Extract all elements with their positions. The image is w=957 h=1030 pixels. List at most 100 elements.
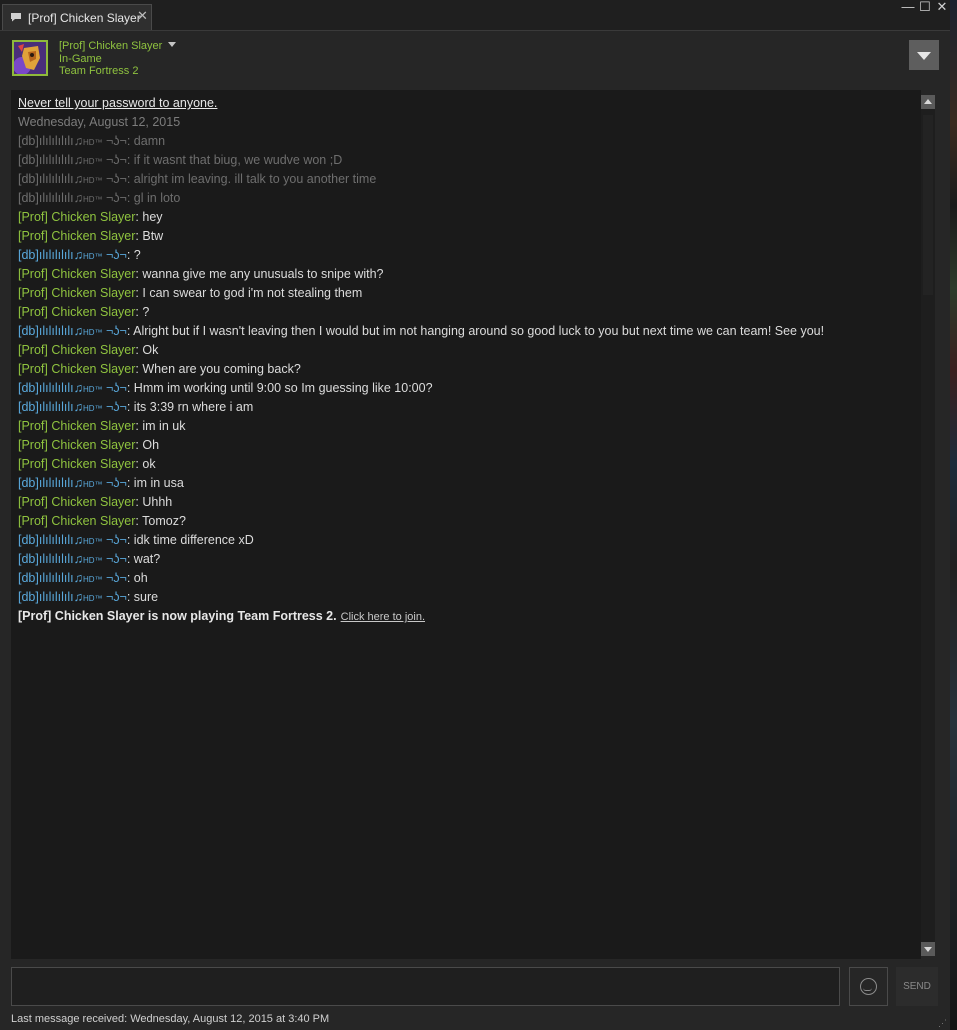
friend-status: In-Game — [59, 53, 102, 65]
message-sender: [Prof] Chicken Slayer — [18, 286, 135, 300]
chat-message: [Prof] Chicken Slayer: wanna give me any… — [18, 265, 913, 284]
chat-message: [Prof] Chicken Slayer: I can swear to go… — [18, 284, 913, 303]
message-text: sure — [133, 590, 159, 604]
maximize-button[interactable]: ☐ — [916, 0, 934, 16]
sender-name: [db]ılılılılılı♫ — [18, 533, 83, 547]
chat-log[interactable]: Never tell your password to anyone. Wedn… — [11, 90, 921, 959]
avatar-image — [14, 42, 46, 74]
sender-name-hd: HD™ — [82, 537, 103, 546]
chat-message: [db]ılılılılılı♫HD™ ¬ʖ¬: gl in loto — [18, 189, 913, 208]
message-sender: [db]ılılılılılı♫HD™ ¬ʖ¬ — [18, 571, 127, 585]
sender-name-suffix: ¬ʖ¬ — [102, 134, 127, 148]
message-text: Ok — [142, 343, 159, 357]
chat-message: [db]ılılılılılı♫HD™ ¬ʖ¬: Hmm im working … — [18, 379, 913, 398]
message-sender: [db]ılılılılılı♫HD™ ¬ʖ¬ — [18, 476, 127, 490]
chat-message: [Prof] Chicken Slayer: hey — [18, 208, 913, 227]
message-separator: : — [126, 191, 134, 205]
message-text: I can swear to god i'm not stealing them — [142, 286, 363, 300]
chevron-down-icon — [917, 52, 931, 60]
message-sender: [Prof] Chicken Slayer — [18, 267, 135, 281]
sender-name: [Prof] Chicken Slayer — [18, 229, 136, 243]
message-sender: [Prof] Chicken Slayer — [18, 495, 135, 509]
sender-name-suffix: ¬ʖ¬ — [102, 552, 127, 566]
avatar[interactable] — [12, 40, 48, 76]
chat-message: [db]ılılılılılı♫HD™ ¬ʖ¬: ? — [18, 246, 913, 265]
window-close-button[interactable]: ✕ — [933, 0, 951, 16]
chat-message: [Prof] Chicken Slayer: Tomoz? — [18, 512, 913, 531]
message-separator: : — [126, 134, 134, 148]
chat-tab[interactable]: [Prof] Chicken Slayer ✕ — [2, 4, 152, 30]
chat-message: [Prof] Chicken Slayer: im in uk — [18, 417, 913, 436]
message-sender: [Prof] Chicken Slayer — [18, 305, 135, 319]
chat-message: [Prof] Chicken Slayer: Uhhh — [18, 493, 913, 512]
system-message: [Prof] Chicken Slayer is now playing Tea… — [18, 609, 337, 623]
chat-message: [Prof] Chicken Slayer: Oh — [18, 436, 913, 455]
sender-name-suffix: ¬ʖ¬ — [102, 400, 127, 414]
sender-name-suffix: ¬ʖ¬ — [102, 191, 127, 205]
message-text: oh — [133, 571, 148, 585]
title-bar: [Prof] Chicken Slayer ✕ — ☐ ✕ — [0, 0, 950, 31]
arrow-up-icon — [924, 99, 932, 104]
scroll-thumb[interactable] — [923, 115, 933, 295]
tab-title: [Prof] Chicken Slayer — [28, 11, 141, 25]
sender-name: [db]ılılılılılı♫ — [18, 191, 83, 205]
sender-name-suffix: ¬ʖ¬ — [102, 153, 127, 167]
message-text: if it wasnt that biug, we wudve won ;D — [133, 153, 343, 167]
emoticon-button[interactable] — [849, 967, 888, 1006]
sender-name: [db]ılılılılılı♫ — [18, 153, 83, 167]
smiley-face-icon — [860, 978, 877, 995]
sender-name: [db]ılılılılılı♫ — [18, 552, 83, 566]
message-text: Hmm im working until 9:00 so Im guessing… — [133, 381, 433, 395]
friend-name[interactable]: [Prof] Chicken Slayer — [59, 40, 177, 52]
message-sender: [Prof] Chicken Slayer — [18, 438, 135, 452]
sender-name: [Prof] Chicken Slayer — [18, 419, 136, 433]
sender-name: [db]ılılılılılı♫ — [18, 172, 83, 186]
message-separator: : — [126, 400, 134, 414]
sender-name: [db]ılılılılılı♫ — [18, 134, 83, 148]
resize-grip-icon[interactable]: ⋰ — [938, 1018, 948, 1028]
message-text: ? — [142, 305, 150, 319]
message-text: Alright but if I wasn't leaving then I w… — [133, 324, 825, 338]
arrow-down-icon — [924, 947, 932, 952]
sender-name-suffix: ¬ʖ¬ — [102, 324, 127, 338]
sender-name: [Prof] Chicken Slayer — [18, 514, 136, 528]
scroll-up-button[interactable] — [921, 95, 935, 109]
message-input[interactable] — [11, 967, 840, 1006]
chevron-down-icon[interactable] — [168, 42, 177, 47]
message-sender: [Prof] Chicken Slayer — [18, 457, 135, 471]
sender-name-hd: HD™ — [82, 385, 103, 394]
sender-name: [db]ılılılılılı♫ — [18, 571, 83, 585]
message-sender: [Prof] Chicken Slayer — [18, 514, 135, 528]
message-text: Tomoz? — [142, 514, 186, 528]
message-sender: [db]ılılılılılı♫HD™ ¬ʖ¬ — [18, 134, 127, 148]
chat-message: [Prof] Chicken Slayer: Btw — [18, 227, 913, 246]
message-separator: : — [126, 381, 134, 395]
message-text: alright im leaving. ill talk to you anot… — [133, 172, 377, 186]
message-sender: [db]ılılılılılı♫HD™ ¬ʖ¬ — [18, 381, 127, 395]
scroll-down-button[interactable] — [921, 942, 935, 956]
sender-name: [Prof] Chicken Slayer — [18, 343, 136, 357]
send-button[interactable]: SEND — [896, 967, 938, 1006]
sender-name: [Prof] Chicken Slayer — [18, 210, 136, 224]
message-sender: [Prof] Chicken Slayer — [18, 419, 135, 433]
header-menu-button[interactable] — [909, 40, 939, 70]
minimize-button[interactable]: — — [899, 0, 917, 16]
chat-message: [db]ılılılılılı♫HD™ ¬ʖ¬: Alright but if … — [18, 322, 913, 341]
tab-close-icon[interactable]: ✕ — [137, 9, 148, 23]
sender-name-hd: HD™ — [82, 575, 103, 584]
message-sender: [db]ılılılılılı♫HD™ ¬ʖ¬ — [18, 533, 127, 547]
sender-name: [db]ılılılılılı♫ — [18, 400, 83, 414]
message-sender: [Prof] Chicken Slayer — [18, 229, 135, 243]
join-game-link[interactable]: Click here to join. — [341, 611, 425, 623]
message-text: its 3:39 rn where i am — [133, 400, 254, 414]
chat-message: [db]ılılılılılı♫HD™ ¬ʖ¬: damn — [18, 132, 913, 151]
sender-name-suffix: ¬ʖ¬ — [102, 248, 127, 262]
message-separator: : — [126, 552, 134, 566]
message-text: Oh — [142, 438, 160, 452]
chat-scrollbar[interactable] — [921, 95, 935, 956]
message-sender: [db]ılılılılılı♫HD™ ¬ʖ¬ — [18, 172, 127, 186]
chat-message: [Prof] Chicken Slayer: ? — [18, 303, 913, 322]
chat-bubble-icon — [11, 13, 21, 22]
chat-message: [db]ılılılılılı♫HD™ ¬ʖ¬: its 3:39 rn whe… — [18, 398, 913, 417]
sender-name-suffix: ¬ʖ¬ — [102, 476, 127, 490]
